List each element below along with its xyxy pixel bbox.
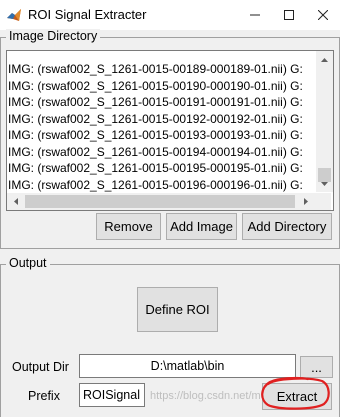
minimize-button[interactable] [238,0,272,30]
image-list-item[interactable]: IMG: (rswaf002_S_1261-0015-00190-000190-… [7,78,313,95]
image-list-item[interactable]: IMG: (rswaf002_S_1261-0015-00194-000194-… [7,144,313,161]
image-list-item[interactable]: IMG: (rswaf002_S_1261-0015-00189-000189-… [7,61,313,78]
watermark-text: https://blog.csdn.net/m0_ [150,390,273,402]
add-image-button[interactable]: Add Image [166,213,237,240]
browse-button[interactable]: ... [300,356,333,378]
scroll-left-icon[interactable] [7,193,24,210]
close-icon [318,10,328,20]
image-directory-title: Image Directory [6,29,101,43]
output-dir-field[interactable]: D:\matlab\bin [79,354,296,378]
output-title: Output [6,256,50,270]
image-list-item[interactable]: IMG: (rswaf002_S_1261-0015-00193-000193-… [7,127,313,144]
horizontal-scrollbar[interactable] [7,193,331,210]
image-list-item[interactable]: IMG: (rswaf002_S_1261-0015-00191-000191-… [7,94,313,111]
minimize-icon [250,14,260,16]
image-list-item[interactable]: IMG: (rswaf002_S_1261-0015-00196-000196-… [7,177,313,194]
maximize-icon [284,10,294,20]
title-bar[interactable]: ROI Signal Extracter [0,0,340,30]
matlab-app-icon [6,7,22,23]
remove-button[interactable]: Remove [96,213,161,240]
image-list-rows: IMG: (rswaf002_S_1261-0015-00189-000189-… [7,61,313,210]
annotation-circle-icon [261,376,330,410]
image-list[interactable]: IMG: (rswaf002_S_1261-0015-00189-000189-… [6,50,334,211]
maximize-button[interactable] [272,0,306,30]
horizontal-scroll-thumb[interactable] [25,195,295,208]
scroll-down-icon[interactable] [316,175,333,192]
scroll-right-icon[interactable] [297,193,314,210]
prefix-field[interactable]: ROISignal [79,383,145,407]
close-button[interactable] [306,0,340,30]
prefix-label: Prefix [28,389,60,403]
image-list-item[interactable]: IMG: (rswaf002_S_1261-0015-00192-000192-… [7,111,313,128]
image-list-item[interactable]: IMG: (rswaf002_S_1261-0015-00195-000195-… [7,160,313,177]
window-title: ROI Signal Extracter [28,7,147,22]
output-dir-label: Output Dir [12,360,69,374]
add-directory-button[interactable]: Add Directory [242,213,332,240]
scroll-up-icon[interactable] [316,51,333,68]
define-roi-button[interactable]: Define ROI [137,287,218,332]
vertical-scrollbar[interactable] [316,51,333,192]
